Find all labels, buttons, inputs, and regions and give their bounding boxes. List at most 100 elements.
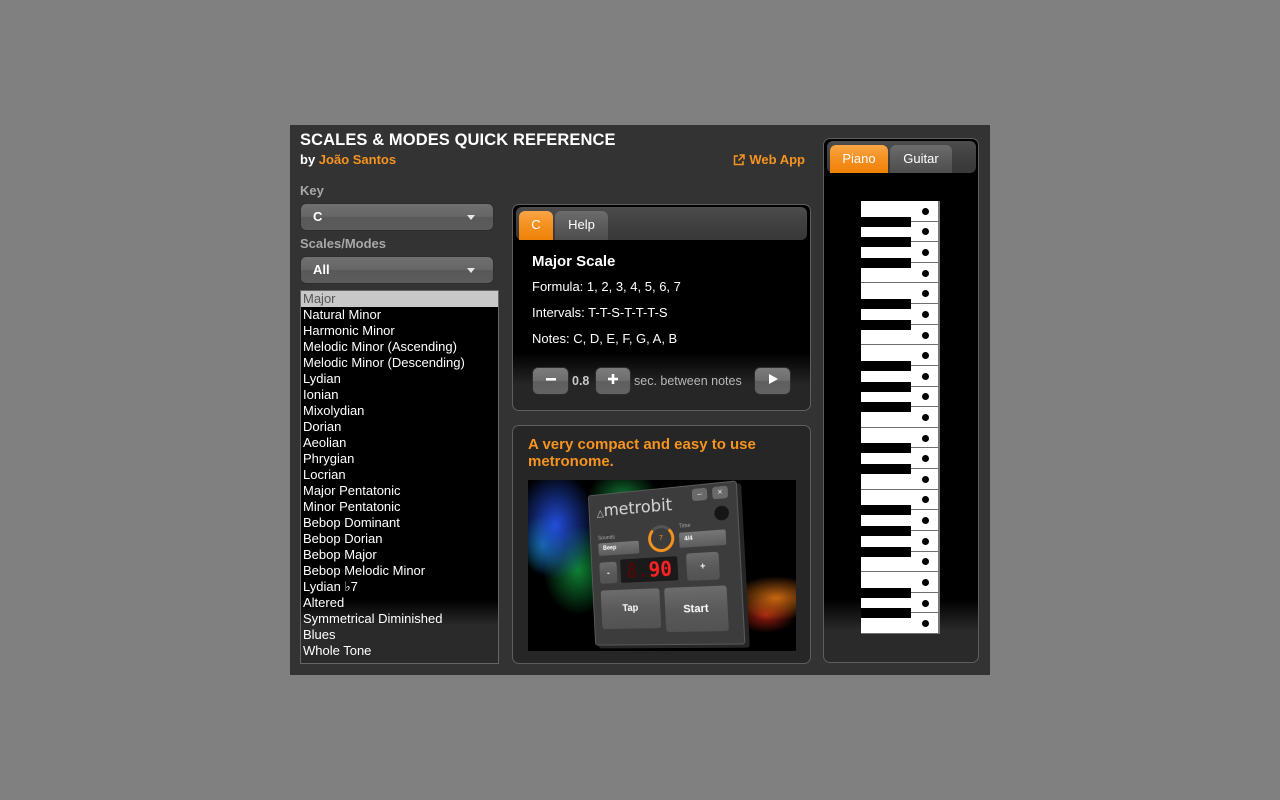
piano-black-key[interactable] [861, 319, 911, 330]
scale-list-item[interactable]: Minor Pentatonic [301, 499, 498, 515]
note-marker-dot [922, 578, 929, 586]
app-container: SCALES & MODES QUICK REFERENCE by João S… [290, 125, 990, 675]
tab-guitar[interactable]: Guitar [890, 145, 952, 173]
piano-black-key[interactable] [861, 299, 911, 310]
scale-list-item[interactable]: Lydian [301, 371, 498, 387]
scale-list-item[interactable]: Ionian [301, 387, 498, 403]
scale-list-item[interactable]: Locrian [301, 467, 498, 483]
instrument-tab-bar: Piano Guitar [827, 141, 976, 173]
piano-black-key[interactable] [861, 546, 911, 557]
scale-list[interactable]: Major Natural Minor Harmonic Minor Melodic … [300, 290, 499, 664]
instrument-panel: Piano Guitar [823, 138, 979, 663]
scale-list-item[interactable]: Symmetrical Diminished [301, 611, 498, 627]
byline: by João Santos [300, 152, 396, 168]
tab-help[interactable]: Help [555, 211, 608, 240]
tempo-minus-button: - [599, 561, 618, 584]
minus-icon [545, 372, 557, 390]
minimize-icon: – [691, 487, 708, 502]
piano-black-key[interactable] [861, 464, 911, 475]
piano-black-key[interactable] [861, 381, 911, 392]
scale-list-item[interactable]: Bebop Dominant [301, 515, 498, 531]
piano-black-key[interactable] [861, 443, 911, 454]
key-select-value: C [313, 209, 323, 224]
scale-list-item[interactable]: Natural Minor [301, 307, 498, 323]
formula-label: Formula: [532, 279, 584, 294]
piano-black-key[interactable] [861, 237, 911, 248]
tempo-plus-button: + [685, 551, 720, 581]
piano-black-key[interactable] [861, 525, 911, 536]
note-marker-dot [922, 228, 929, 236]
note-marker-dot [922, 290, 929, 298]
play-icon [767, 372, 779, 390]
sounds-label: Sounds [597, 534, 616, 542]
note-marker-dot [922, 372, 929, 380]
note-marker-dot [922, 475, 929, 483]
piano-black-key[interactable] [861, 587, 911, 598]
note-marker-dot [922, 352, 929, 360]
scale-list-item[interactable]: Dorian [301, 419, 498, 435]
note-marker-dot [922, 434, 929, 442]
intervals-value: T-T-S-T-T-T-S [588, 305, 668, 320]
external-link-icon [733, 154, 746, 166]
scale-list-item[interactable]: Melodic Minor (Descending) [301, 355, 498, 371]
intervals-line: Intervals: T-T-S-T-T-T-S [532, 305, 668, 321]
scale-list-item[interactable]: Bebop Major [301, 547, 498, 563]
scale-list-item[interactable]: Blues [301, 627, 498, 643]
piano-black-key[interactable] [861, 505, 911, 516]
formula-line: Formula: 1, 2, 3, 4, 5, 6, 7 [532, 279, 681, 295]
tab-piano[interactable]: Piano [830, 145, 888, 173]
scale-list-item[interactable]: Harmonic Minor [301, 323, 498, 339]
time-label: Time [678, 522, 691, 530]
notes-label: Notes: [532, 331, 570, 346]
piano-black-key[interactable] [861, 608, 911, 619]
note-marker-dot [922, 599, 929, 607]
scale-list-item[interactable]: Bebop Melodic Minor [301, 563, 498, 579]
scales-modes-label: Scales/Modes [300, 236, 386, 251]
piano-black-key[interactable] [861, 360, 911, 371]
increase-delay-button[interactable] [595, 367, 631, 395]
author-link[interactable]: João Santos [319, 152, 396, 167]
note-marker-dot [922, 517, 929, 525]
scale-list-item[interactable]: Altered [301, 595, 498, 611]
close-icon: × [711, 485, 729, 500]
note-marker-dot [922, 207, 929, 215]
note-marker-dot [922, 413, 929, 421]
scales-modes-select[interactable]: All [300, 256, 494, 284]
scale-list-item[interactable]: Major Pentatonic [301, 483, 498, 499]
promo-panel: A very compact and easy to use metronome… [512, 425, 811, 664]
metronome-promo-image[interactable]: △metrobit – × Sounds Beep 7 Time 4/4 - 8… [528, 480, 796, 651]
play-scale-button[interactable] [754, 367, 791, 395]
note-marker-dot [922, 393, 929, 401]
scale-list-item[interactable]: Mixolydian [301, 403, 498, 419]
note-marker-dot [922, 558, 929, 566]
tab-key-c[interactable]: C [519, 211, 553, 240]
note-marker-dot [922, 620, 929, 628]
scale-list-item[interactable]: Major [301, 291, 498, 307]
scale-list-item[interactable]: Aeolian [301, 435, 498, 451]
note-marker-dot [922, 310, 929, 318]
scale-list-item[interactable]: Lydian ♭7 [301, 579, 498, 595]
scale-list-item[interactable]: Bebop Dorian [301, 531, 498, 547]
key-label: Key [300, 183, 324, 198]
scale-title: Major Scale [532, 253, 616, 270]
piano-black-key[interactable] [861, 216, 911, 227]
scale-info-panel: C Help Major Scale Formula: 1, 2, 3, 4, … [512, 204, 811, 411]
scale-list-item[interactable]: Phrygian [301, 451, 498, 467]
decrease-delay-button[interactable] [532, 367, 569, 395]
chevron-down-icon [467, 215, 475, 220]
scale-list-item[interactable]: Melodic Minor (Ascending) [301, 339, 498, 355]
formula-value: 1, 2, 3, 4, 5, 6, 7 [586, 279, 681, 294]
plus-icon [607, 372, 619, 390]
tempo-display: 8.90 [620, 556, 679, 583]
delay-value: 0.8 [572, 374, 590, 388]
web-app-label: Web App [749, 152, 805, 167]
promo-headline[interactable]: A very compact and easy to use metronome… [528, 436, 796, 470]
web-app-link[interactable]: Web App [733, 152, 805, 168]
scale-list-item[interactable]: Whole Tone [301, 643, 498, 659]
key-select[interactable]: C [300, 203, 494, 231]
intervals-label: Intervals: [532, 305, 585, 320]
note-marker-dot [922, 496, 929, 504]
indicator-light [714, 505, 730, 521]
piano-black-key[interactable] [861, 402, 911, 413]
piano-black-key[interactable] [861, 257, 911, 268]
